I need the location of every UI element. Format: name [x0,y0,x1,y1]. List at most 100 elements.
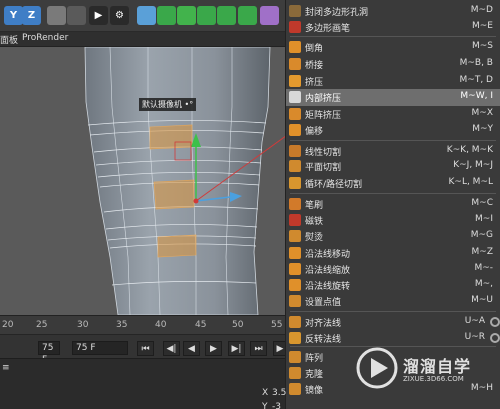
prev-key-button[interactable]: ◀ [183,341,200,356]
environment-button[interactable] [238,6,257,25]
menu-item-shortcut: K~L, M~L [448,177,494,187]
viewport-menubar: 面板 ProRender [0,32,290,47]
gear-icon[interactable] [490,317,500,327]
menu-item[interactable]: 沿法线旋转 M~, [286,277,500,294]
menu-item-label: 阵列 [305,354,324,364]
menu-item[interactable]: 磁铁 M~I [286,212,500,229]
menu-item-label: 平面切割 [305,163,342,173]
axis-z-button[interactable]: Z [22,6,41,25]
menu-item[interactable]: 偏移 M~Y [286,122,500,139]
axis-y-icon: Y [9,10,18,21]
menu-item-icon [289,58,301,70]
menu-item-label: 沿法线旋转 [305,282,351,292]
menu-item-icon [289,214,301,226]
menu-item-icon [289,351,301,363]
menu-item[interactable]: 熨烫 M~G [286,228,500,245]
vase-mesh [84,47,290,315]
menu-item-icon [289,263,301,275]
menu-item-label: 反转法线 [305,335,342,345]
render-region-button[interactable] [67,6,86,25]
next-key-button[interactable]: ▶| [228,341,245,356]
3d-viewport[interactable]: 默认摄像机 •° [0,47,290,315]
menu-item-label: 镜像 [305,386,324,396]
timeline-ruler[interactable]: 20 25 30 35 40 45 50 55 [0,315,290,334]
menu-item[interactable]: 平面切割 K~J, M~J [286,158,500,175]
menu-item[interactable]: 桥接 M~B, B [286,56,500,73]
watermark-title: 溜溜自学 [403,357,472,376]
menu-item-shortcut: K~J, M~J [453,160,493,170]
goto-start-button[interactable]: ⏮ [137,341,154,356]
menu-item[interactable]: 内部挤压 M~W, I [286,89,500,106]
cloner-button[interactable] [197,6,216,25]
ruler-tick: 45 [195,320,207,330]
ruler-tick: 20 [2,320,14,330]
menu-item[interactable]: 挤压 M~T, D [286,73,500,90]
menu-item-shortcut: M~U [471,295,493,305]
ruler-tick: 25 [36,320,48,330]
end-frame-field[interactable]: 75 F [72,341,128,355]
subdivision-button[interactable] [177,6,196,25]
ruler-tick: 35 [116,320,128,330]
current-frame-field[interactable]: 75 F [38,341,60,365]
menu-item[interactable]: 设置点值 M~U [286,293,500,310]
cube-button[interactable] [137,6,156,25]
render-view-button[interactable]: ▶ [89,6,108,25]
menu-separator [290,36,496,37]
menu-item-icon [289,383,301,395]
menu-item-shortcut: M~C [471,198,493,208]
menu-item-shortcut: M~, [474,279,493,289]
menu-item-shortcut: U~A [464,316,485,326]
ruler-tick: 40 [155,320,167,330]
menu-separator [290,140,496,141]
coordinate-system-button[interactable] [47,6,66,25]
render-settings-icon: ⚙ [115,10,124,21]
menu-item-label: 笔刷 [305,201,324,211]
menu-item-icon [289,124,301,136]
menu-item-shortcut: K~K, M~K [446,145,493,155]
axis-y-button[interactable]: Y [4,6,23,25]
prev-frame-button[interactable]: ◀︎| [163,341,180,356]
goto-end-button[interactable]: ⏭ [250,341,267,356]
menu-item[interactable]: 沿法线移动 M~Z [286,245,500,262]
menu-item[interactable]: 笔刷 M~C [286,196,500,213]
menu-item[interactable]: 倒角 M~S [286,39,500,56]
menu-item[interactable]: 封闭多边形孔洞 M~D [286,3,500,20]
record-icon: ▶ [276,343,284,354]
render-view-icon: ▶ [94,10,103,21]
camera-button[interactable] [260,6,279,25]
menu-item[interactable]: 矩阵挤压 M~X [286,106,500,123]
menu-prorender[interactable]: ProRender [22,33,68,43]
ruler-tick: 30 [77,320,89,330]
coordinates-panel: ≡ [0,358,290,409]
play-button[interactable]: ▶ [205,341,222,356]
menu-item-shortcut: M~W, I [460,91,493,101]
pen-spline-button[interactable] [157,6,176,25]
menu-item-label: 设置点值 [305,298,342,308]
menu-item-label: 循环/路径切割 [305,180,363,190]
deformer-button[interactable] [217,6,236,25]
menu-item-icon [289,21,301,33]
menu-item-label: 熨烫 [305,233,324,243]
menu-item-shortcut: U~R [464,332,485,342]
watermark-url: ZIXUE.3D66.COM [403,375,464,383]
main-toolbar: Y Z ▶ ⚙ [0,0,290,32]
menu-item-icon [289,230,301,242]
gear-icon[interactable] [490,333,500,343]
menu-item-icon [289,295,301,307]
menu-item-shortcut: M~Z [471,247,493,257]
menu-panel[interactable]: 面板 [0,33,18,46]
render-settings-button[interactable]: ⚙ [110,6,129,25]
menu-item[interactable]: 对齐法线 U~A [286,314,500,331]
menu-item[interactable]: 沿法线缩放 M~- [286,261,500,278]
coord-y-value: -3 [272,402,281,409]
menu-item-shortcut: M~- [474,263,493,273]
menu-item[interactable]: 多边形画笔 M~E [286,19,500,36]
ruler-tick: 50 [232,320,244,330]
panel-marker: ≡ [2,363,10,373]
menu-item[interactable]: 循环/路径切割 K~L, M~L [286,175,500,192]
menu-item-shortcut: M~Y [472,124,493,134]
menu-item-label: 沿法线缩放 [305,266,351,276]
watermark-logo: 溜溜自学 ZIXUE.3D66.COM [355,345,495,391]
menu-item-label: 多边形画笔 [305,24,351,34]
menu-item-label: 挤压 [305,78,324,88]
